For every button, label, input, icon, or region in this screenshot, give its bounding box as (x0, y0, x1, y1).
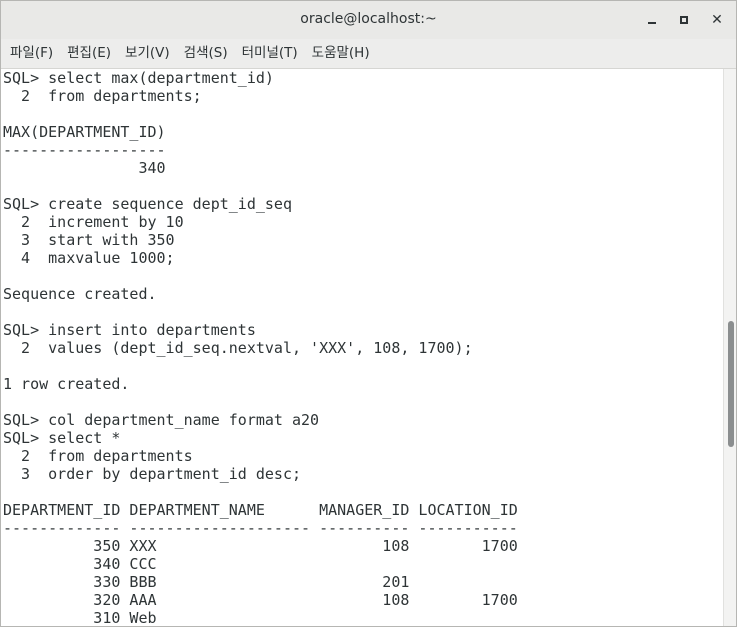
menu-edit[interactable]: 편집(E) (60, 39, 118, 68)
terminal-line: ------------------ (3, 141, 166, 159)
menu-view[interactable]: 보기(V) (118, 39, 177, 68)
terminal-line: SQL> select max(department_id) (3, 69, 274, 87)
scrollbar-thumb[interactable] (728, 321, 734, 447)
terminal-line: 4 maxvalue 1000; (3, 249, 175, 267)
menu-help[interactable]: 도움말(H) (305, 39, 377, 68)
terminal-line: 1 row created. (3, 375, 130, 393)
terminal-window: oracle@localhost:~ ✕ 파일(F) 편집(E) 보기(V) 검… (0, 0, 737, 627)
minimize-button[interactable] (641, 9, 663, 31)
close-icon: ✕ (711, 12, 723, 28)
minimize-icon (648, 22, 656, 24)
terminal-line: 2 from departments; (3, 87, 202, 105)
terminal-line: 2 from departments (3, 447, 193, 465)
menu-search[interactable]: 검색(S) (177, 39, 235, 68)
maximize-icon (680, 16, 688, 24)
terminal-line: 330 BBB 201 (3, 573, 410, 591)
vertical-scrollbar[interactable] (723, 69, 736, 626)
maximize-button[interactable] (673, 9, 695, 31)
menu-file[interactable]: 파일(F) (1, 39, 60, 68)
close-button[interactable]: ✕ (706, 9, 728, 31)
terminal-line: 350 XXX 108 1700 (3, 537, 518, 555)
terminal-line: 3 order by department_id desc; (3, 465, 302, 483)
terminal-line: 2 increment by 10 (3, 213, 184, 231)
terminal-line: SQL> create sequence dept_id_seq (3, 195, 292, 213)
terminal-line: MAX(DEPARTMENT_ID) (3, 123, 166, 141)
terminal-line: ------------- -------------------- -----… (3, 519, 518, 537)
terminal-line: 340 CCC (3, 555, 157, 573)
terminal-line: SQL> col department_name format a20 (3, 411, 320, 429)
window-title: oracle@localhost:~ (300, 11, 437, 27)
terminal-line: DEPARTMENT_ID DEPARTMENT_NAME MANAGER_ID… (3, 501, 518, 519)
title-bar[interactable]: oracle@localhost:~ ✕ (1, 1, 736, 40)
terminal-line: 3 start with 350 (3, 231, 175, 249)
terminal-line: SQL> select * (3, 429, 121, 447)
terminal-line: 320 AAA 108 1700 (3, 591, 518, 609)
terminal-line: 2 values (dept_id_seq.nextval, 'XXX', 10… (3, 339, 473, 357)
terminal-line: Sequence created. (3, 285, 157, 303)
terminal-output[interactable]: SQL> select max(department_id) 2 from de… (1, 69, 723, 627)
menu-bar: 파일(F) 편집(E) 보기(V) 검색(S) 터미널(T) 도움말(H) (1, 39, 736, 69)
terminal-line: 340 (3, 159, 166, 177)
terminal-line: 310 Web (3, 609, 157, 627)
menu-terminal[interactable]: 터미널(T) (235, 39, 305, 68)
terminal-line: SQL> insert into departments (3, 321, 256, 339)
